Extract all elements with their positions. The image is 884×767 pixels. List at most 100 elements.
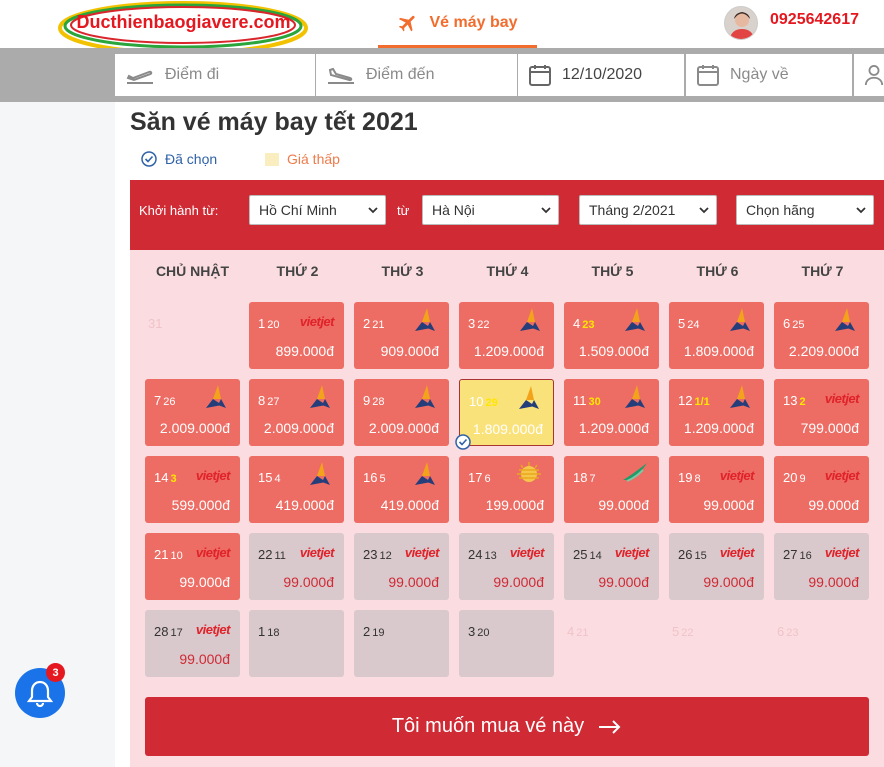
fare-price: 2.009.000đ bbox=[263, 420, 334, 436]
vietnam-airlines-logo-icon bbox=[206, 385, 226, 408]
calendar-day: 28 17 vietjet 99.000đ bbox=[145, 610, 240, 677]
chevron-down-icon bbox=[699, 207, 709, 214]
fare-price: 599.000đ bbox=[171, 497, 230, 513]
calendar-day: 22 11 vietjet 99.000đ bbox=[249, 533, 344, 600]
chevron-down-icon bbox=[856, 207, 866, 214]
lunar-day: 22 bbox=[681, 627, 694, 639]
day-number: 6 bbox=[777, 624, 785, 639]
buy-ticket-button[interactable]: Tôi muốn mua vé này bbox=[145, 697, 869, 756]
day-label: 8 27 bbox=[258, 393, 279, 408]
lunar-day: 13 bbox=[484, 550, 497, 562]
passenger-field[interactable] bbox=[854, 54, 884, 96]
airline-select-value: Chọn hãng bbox=[746, 202, 815, 218]
lunar-day: 3 bbox=[170, 473, 177, 485]
day-label: 26 15 bbox=[678, 547, 707, 562]
tab-flights[interactable]: Vé máy bay bbox=[378, 0, 537, 48]
fare-price: 1.809.000đ bbox=[683, 343, 754, 359]
airline-select[interactable]: Chọn hãng bbox=[736, 195, 874, 225]
lunar-day: 25 bbox=[792, 319, 805, 331]
month-select-value: Tháng 2/2021 bbox=[589, 202, 676, 218]
from-field[interactable]: Điểm đi bbox=[115, 54, 315, 96]
day-label: 22 11 bbox=[258, 547, 286, 562]
vietravel-logo-icon bbox=[517, 462, 541, 482]
hotline-phone[interactable]: 0925642617 bbox=[770, 11, 859, 29]
depart-date-field[interactable]: 12/10/2020 bbox=[518, 54, 684, 96]
chevron-down-icon bbox=[368, 207, 378, 214]
month-select[interactable]: Tháng 2/2021 bbox=[579, 195, 717, 225]
person-icon bbox=[864, 65, 884, 86]
from-select[interactable]: Hồ Chí Minh bbox=[249, 195, 386, 225]
return-date-field[interactable]: Ngày về bbox=[686, 54, 852, 96]
day-label: 25 14 bbox=[573, 547, 602, 562]
day-number: 26 bbox=[678, 547, 693, 562]
weekday-wed: THỨ 4 bbox=[486, 263, 529, 279]
calendar-day[interactable]: 1 20 vietjet 899.000đ bbox=[249, 302, 344, 369]
fare-price: 99.000đ bbox=[703, 574, 754, 590]
vietnam-airlines-logo-icon bbox=[730, 308, 750, 331]
calendar-day: 3 20 bbox=[459, 610, 554, 677]
legend-selected: Đã chọn bbox=[141, 151, 217, 167]
day-label: 10 29 bbox=[469, 394, 498, 409]
calendar-day[interactable]: 16 5 419.000đ bbox=[354, 456, 449, 523]
calendar-day[interactable]: 20 9 vietjet 99.000đ bbox=[774, 456, 869, 523]
calendar-day[interactable]: 6 25 2.209.000đ bbox=[774, 302, 869, 369]
calendar-day[interactable]: 3 22 1.209.000đ bbox=[459, 302, 554, 369]
day-label: 1 20 bbox=[258, 316, 279, 331]
calendar-day[interactable]: 15 4 419.000đ bbox=[249, 456, 344, 523]
calendar-day[interactable]: 21 10 vietjet 99.000đ bbox=[145, 533, 240, 600]
lunar-day: 17 bbox=[170, 627, 183, 639]
day-label: 6 25 bbox=[783, 316, 804, 331]
lunar-day: 10 bbox=[170, 550, 183, 562]
to-select-value: Hà Nội bbox=[432, 202, 475, 218]
lunar-day: 19 bbox=[372, 627, 385, 639]
calendar-day[interactable]: 5 24 1.809.000đ bbox=[669, 302, 764, 369]
day-number: 12 bbox=[678, 393, 693, 408]
day-label: 17 6 bbox=[468, 470, 491, 485]
fare-price: 99.000đ bbox=[493, 574, 544, 590]
lunar-day: 20 bbox=[267, 319, 280, 331]
day-number: 19 bbox=[678, 470, 693, 485]
day-label: 9 28 bbox=[363, 393, 384, 408]
calendar-day-disabled: 5 22 bbox=[672, 624, 693, 639]
fare-price: 2.009.000đ bbox=[368, 420, 439, 436]
day-label: 2 21 bbox=[363, 316, 384, 331]
lunar-day: 4 bbox=[274, 473, 281, 485]
fare-price: 419.000đ bbox=[380, 497, 439, 513]
calendar-day[interactable]: 7 26 2.009.000đ bbox=[145, 379, 240, 446]
to-select[interactable]: Hà Nội bbox=[422, 195, 559, 225]
calendar-day[interactable]: 17 6 199.000đ bbox=[459, 456, 554, 523]
calendar-day[interactable]: 12 1/1 1.209.000đ bbox=[669, 379, 764, 446]
calendar-day[interactable]: 11 30 1.209.000đ bbox=[564, 379, 659, 446]
to-placeholder: Điểm đến bbox=[366, 66, 435, 83]
day-number: 3 bbox=[468, 316, 476, 331]
calendar-day[interactable]: 4 23 1.509.000đ bbox=[564, 302, 659, 369]
lunar-day: 21 bbox=[576, 627, 589, 639]
vietnam-airlines-logo-icon bbox=[415, 462, 435, 485]
lunar-day: 5 bbox=[379, 473, 386, 485]
calendar-day-selected[interactable]: 10 29 1.809.000đ bbox=[459, 379, 554, 446]
calendar-day[interactable]: 9 28 2.009.000đ bbox=[354, 379, 449, 446]
calendar-day[interactable]: 13 2 vietjet 799.000đ bbox=[774, 379, 869, 446]
calendar-day[interactable]: 18 7 99.000đ bbox=[564, 456, 659, 523]
lunar-day: 28 bbox=[372, 396, 385, 408]
fare-price: 99.000đ bbox=[179, 574, 230, 590]
vietjet-logo: vietjet bbox=[195, 622, 231, 637]
vietnam-airlines-logo-icon bbox=[625, 385, 645, 408]
day-number: 3 bbox=[468, 624, 476, 639]
vietjet-logo: vietjet bbox=[614, 545, 650, 560]
calendar-day[interactable]: 8 27 2.009.000đ bbox=[249, 379, 344, 446]
calendar-day[interactable]: 19 8 vietjet 99.000đ bbox=[669, 456, 764, 523]
legend-cheap: Giá thấp bbox=[265, 151, 340, 167]
vietnam-airlines-logo-icon bbox=[520, 308, 540, 331]
calendar-day[interactable]: 14 3 vietjet 599.000đ bbox=[145, 456, 240, 523]
lunar-day: 26 bbox=[163, 396, 176, 408]
fare-price: 99.000đ bbox=[598, 574, 649, 590]
calendar-day: 2 19 bbox=[354, 610, 449, 677]
lunar-day: 16 bbox=[799, 550, 812, 562]
day-number: 27 bbox=[783, 547, 798, 562]
day-label: 24 13 bbox=[468, 547, 497, 562]
avatar[interactable] bbox=[724, 6, 758, 40]
lunar-day: 30 bbox=[588, 396, 601, 408]
to-field[interactable]: Điểm đến bbox=[316, 54, 517, 96]
calendar-day[interactable]: 2 21 909.000đ bbox=[354, 302, 449, 369]
